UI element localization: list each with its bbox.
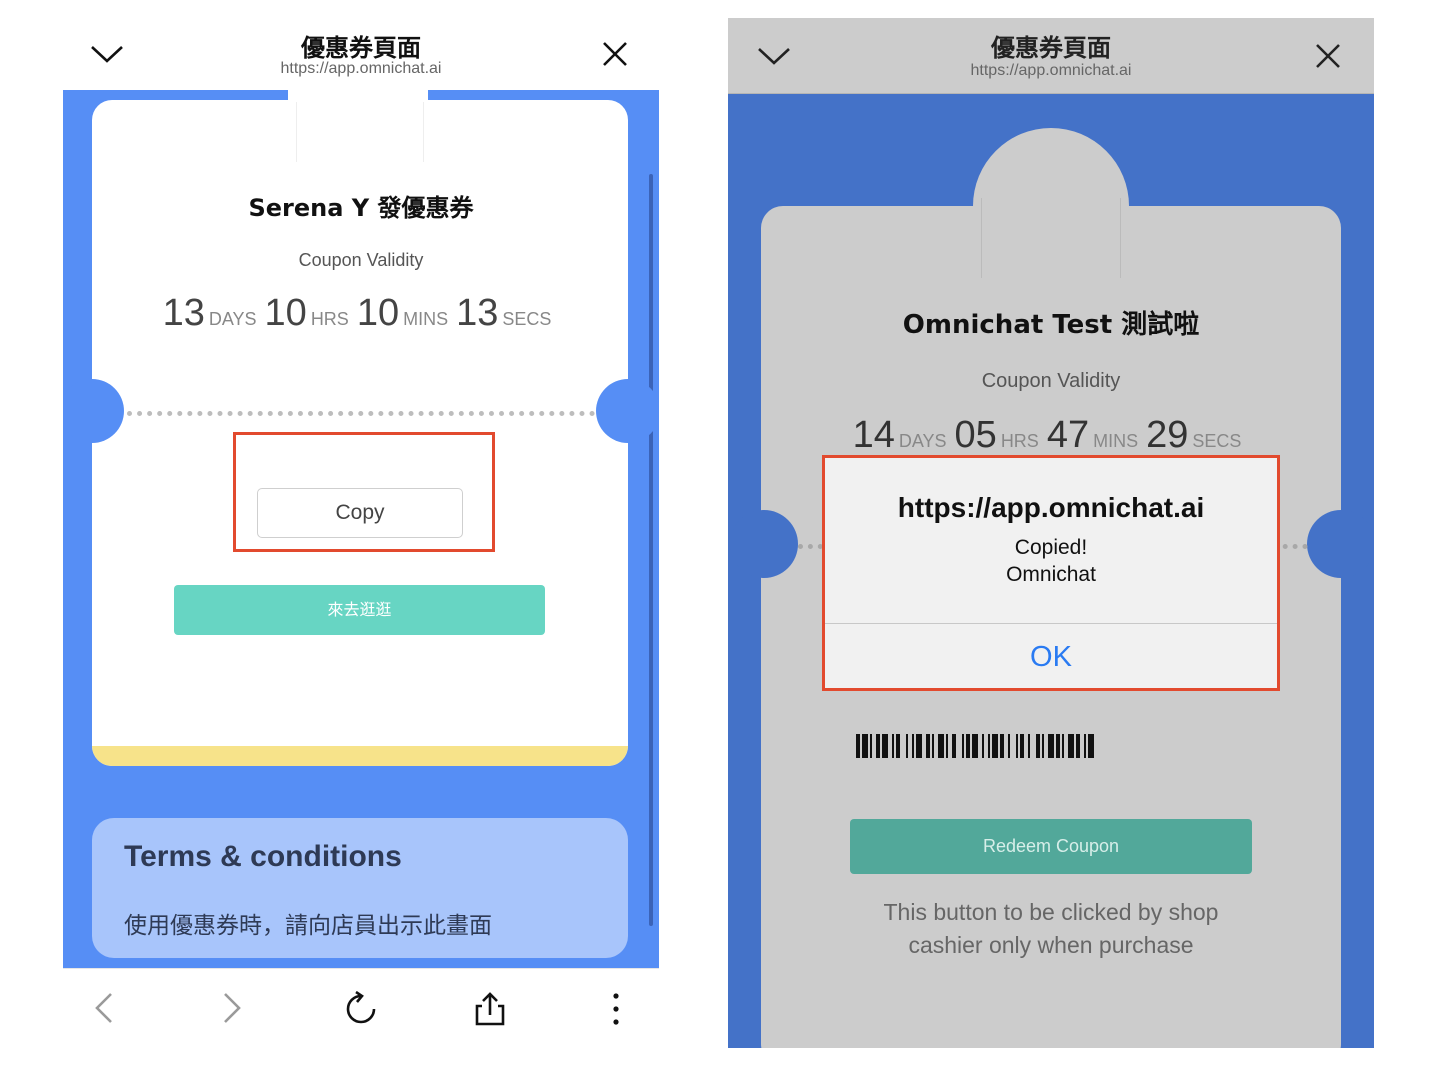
terms-panel: Terms & conditions 使用優惠券時，請向店員出示此畫面	[92, 818, 628, 958]
cashier-note-line2: cashier only when purchase	[908, 932, 1194, 958]
countdown-days: 14	[852, 414, 895, 456]
cashier-note-line1: This button to be clicked by shop	[883, 899, 1219, 925]
cashier-note: This button to be clicked by shop cashie…	[728, 896, 1374, 962]
coupon-perforation	[127, 411, 595, 416]
coupon-title: Omnichat Test 測試啦	[902, 310, 1200, 340]
coupon-title: Serena Y 發優惠券	[248, 194, 474, 222]
reload-icon[interactable]	[343, 990, 379, 1032]
page-url: https://app.omnichat.ai	[280, 60, 442, 77]
alert-message-line1: Copied!	[1014, 536, 1088, 559]
countdown-hours: 05	[954, 414, 997, 456]
terms-body: 使用優惠券時，請向店員出示此畫面	[124, 913, 492, 939]
left-phone-screen: 優惠券頁面 https://app.omnichat.ai Serena Y 發…	[63, 18, 659, 1066]
coupon-card-footer-stripe	[92, 746, 628, 766]
countdown-seconds: 29	[1146, 414, 1189, 456]
countdown-seconds: 13	[456, 292, 499, 334]
alert-title: https://app.omnichat.ai	[897, 492, 1205, 523]
page-url: https://app.omnichat.ai	[970, 62, 1132, 79]
alert-message-line2: Omnichat	[1006, 563, 1096, 586]
coupon-countdown: 13 DAYS 10 HRS 10 MINS 13 SECS	[63, 292, 659, 335]
countdown-days-unit: DAYS	[208, 309, 257, 329]
browser-toolbar	[63, 968, 659, 1066]
browser-header: 優惠券頁面 https://app.omnichat.ai	[728, 18, 1374, 94]
alert-ok-button[interactable]: OK	[825, 624, 1277, 691]
back-icon[interactable]	[93, 991, 115, 1030]
forward-icon[interactable]	[221, 991, 243, 1030]
coupon-validity-label: Coupon Validity	[298, 250, 424, 270]
coupon-right-notch	[1307, 510, 1374, 578]
page-title: 優惠券頁面	[991, 34, 1111, 62]
redeem-coupon-button[interactable]: Redeem Coupon	[850, 819, 1252, 874]
coupon-right-notch	[596, 379, 659, 443]
terms-title: Terms & conditions	[124, 840, 402, 873]
barcode-bar	[1094, 734, 1098, 758]
countdown-minutes: 10	[356, 292, 400, 334]
countdown-hours-unit: HRS	[1000, 431, 1039, 451]
coupon-barcode	[856, 734, 1246, 758]
copy-button[interactable]: Copy	[257, 488, 463, 538]
countdown-minutes-unit: MINS	[403, 309, 449, 329]
browser-header: 優惠券頁面 https://app.omnichat.ai	[63, 18, 659, 90]
countdown-minutes: 47	[1046, 414, 1090, 456]
countdown-hours-unit: HRS	[310, 309, 349, 329]
more-icon[interactable]	[611, 991, 621, 1032]
countdown-seconds-unit: SECS	[502, 309, 552, 329]
right-phone-screen: 優惠券頁面 https://app.omnichat.ai Omnichat T…	[728, 18, 1374, 1048]
coupon-logo-area	[981, 198, 1121, 278]
coupon-logo-area	[296, 102, 424, 162]
countdown-days: 13	[162, 292, 205, 334]
coupon-countdown: 14 DAYS 05 HRS 47 MINS 29 SECS	[728, 414, 1374, 457]
alert-message: Copied! Omnichat	[825, 534, 1277, 588]
coupon-validity-label: Coupon Validity	[981, 370, 1121, 392]
close-icon[interactable]	[1314, 42, 1342, 75]
shop-now-button[interactable]: 來去逛逛	[174, 585, 545, 635]
countdown-minutes-unit: MINS	[1093, 431, 1139, 451]
coupon-left-notch	[730, 510, 798, 578]
close-icon[interactable]	[601, 40, 629, 73]
page-title: 優惠券頁面	[301, 34, 421, 62]
countdown-days-unit: DAYS	[898, 431, 947, 451]
scrollbar[interactable]	[649, 174, 653, 926]
copied-alert-dialog: https://app.omnichat.ai Copied! Omnichat…	[822, 455, 1280, 691]
countdown-hours: 10	[264, 292, 307, 334]
countdown-seconds-unit: SECS	[1192, 431, 1242, 451]
share-icon[interactable]	[473, 991, 507, 1032]
coupon-left-notch	[63, 379, 124, 443]
